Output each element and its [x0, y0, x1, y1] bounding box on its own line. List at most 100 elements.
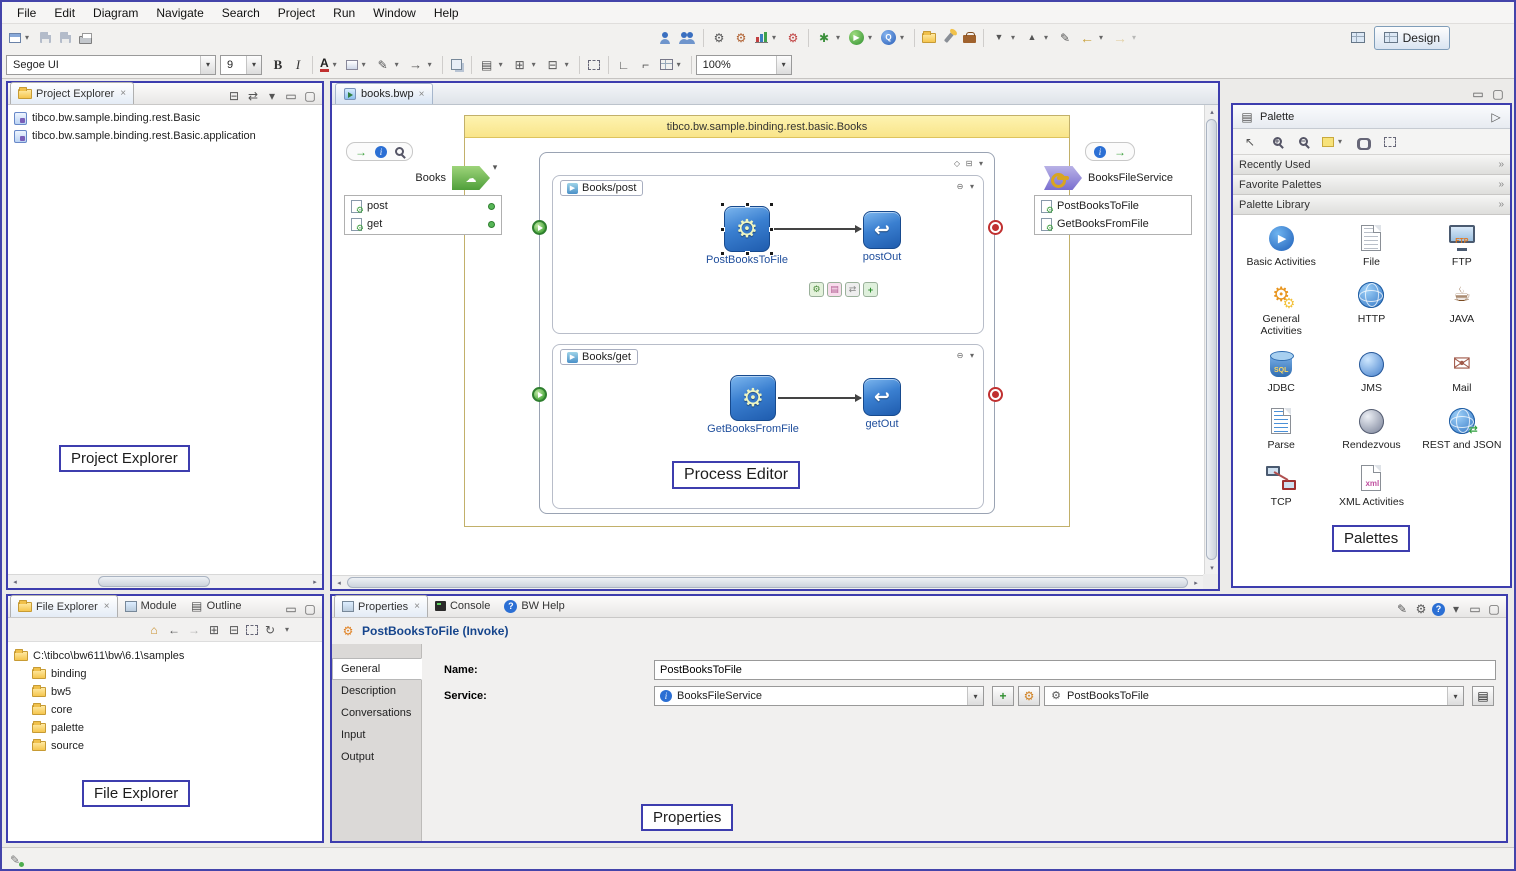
settings-button-2[interactable]: ⚙	[730, 27, 752, 49]
help-icon[interactable]: ?	[1432, 603, 1445, 616]
run-button[interactable]: ▶▾	[846, 27, 878, 49]
print-button[interactable]	[75, 27, 95, 49]
minimize-icon[interactable]: ▭	[1470, 86, 1486, 102]
scope-label-chip[interactable]: ▶ Books/get	[560, 349, 638, 365]
fill-color-button[interactable]: ▾	[343, 54, 372, 76]
menu-search[interactable]: Search	[213, 4, 269, 22]
menu-diagram[interactable]: Diagram	[84, 4, 147, 22]
menu-help[interactable]: Help	[425, 4, 468, 22]
admin-button[interactable]	[675, 27, 699, 49]
open-resource-button[interactable]	[919, 27, 939, 49]
scrollbar-thumb[interactable]	[347, 577, 1188, 588]
menu-run[interactable]: Run	[324, 4, 364, 22]
editor-hscrollbar[interactable]: ◂ ▸	[332, 575, 1203, 589]
collapse-all-icon[interactable]: ⊟	[226, 88, 242, 104]
menu-file[interactable]: File	[8, 4, 45, 22]
design-perspective-button[interactable]: Design	[1374, 26, 1450, 50]
bold-button[interactable]: B	[268, 54, 288, 76]
scroll-left-icon[interactable]: ◂	[332, 576, 346, 589]
menu-navigate[interactable]: Navigate	[147, 4, 212, 22]
start-event-post[interactable]	[532, 220, 547, 235]
quick-add-icon[interactable]: +	[863, 282, 878, 297]
side-tab-general[interactable]: General	[332, 658, 422, 680]
minimize-icon[interactable]: ▭	[1467, 601, 1483, 617]
inspect-icon[interactable]	[395, 147, 404, 156]
maximize-icon[interactable]: ▢	[302, 88, 318, 104]
quick-gear-icon[interactable]: ⚙	[809, 282, 824, 297]
previous-annotation-button[interactable]: ▲▾	[1021, 27, 1054, 49]
select-tool-button[interactable]	[584, 54, 604, 76]
reference-operation-post[interactable]: ⚙ PostBooksToFile	[1035, 197, 1191, 215]
collapse-icon[interactable]: ⊟	[964, 156, 974, 172]
link-tool-button[interactable]	[1354, 131, 1374, 153]
scroll-right-icon[interactable]: ▸	[1189, 576, 1203, 589]
palette-pin-icon[interactable]: ▷	[1488, 109, 1504, 125]
scope-books-post[interactable]: ▶ Books/post ⊖ ▾ ⚙ PostBooksToFile	[552, 175, 984, 334]
zoom-out-button[interactable]: −	[1293, 131, 1313, 153]
configure-service-button[interactable]: ⚙	[1018, 686, 1040, 706]
operation-combo[interactable]: ⚙PostBooksToFile ▾	[1044, 686, 1464, 706]
tab-file-explorer[interactable]: File Explorer ×	[10, 595, 118, 617]
back-button[interactable]: ←▾	[1076, 27, 1109, 49]
palette-section-recently-used[interactable]: Recently Used »	[1233, 155, 1510, 175]
menu-edit[interactable]: Edit	[45, 4, 84, 22]
italic-button[interactable]: I	[288, 54, 308, 76]
scroll-right-icon[interactable]: ▸	[308, 575, 322, 588]
palette-item-rendezvous[interactable]: Rendezvous	[1327, 406, 1415, 451]
reference-booksfileservice[interactable]: BooksFileService	[1044, 164, 1204, 192]
menu-window[interactable]: Window	[364, 4, 425, 22]
save-button[interactable]	[35, 27, 55, 49]
palette-item-rest-and-json[interactable]: ⇄ REST and JSON	[1418, 406, 1506, 451]
tab-properties[interactable]: Properties ×	[334, 595, 428, 617]
editor-vscrollbar[interactable]: ▴ ▾	[1204, 105, 1218, 574]
tab-console[interactable]: Console	[428, 595, 497, 617]
tab-bw-help[interactable]: ? BW Help	[497, 595, 571, 617]
tree-item-bw5[interactable]: bw5	[8, 683, 322, 701]
open-perspective-button[interactable]	[1348, 27, 1368, 49]
zoom-combo[interactable]: 100%▾	[696, 55, 792, 75]
info-icon[interactable]: i	[375, 146, 387, 158]
drawer-pin-icon[interactable]: »	[1498, 159, 1504, 170]
side-tab-conversations[interactable]: Conversations	[332, 702, 421, 724]
operation-get[interactable]: ⚙ get	[345, 215, 501, 233]
order-button[interactable]: ⊟▾	[542, 54, 575, 76]
close-icon[interactable]: ×	[419, 89, 425, 100]
tree-item-core[interactable]: core	[8, 701, 322, 719]
quick-note-icon[interactable]: ▤	[827, 282, 842, 297]
end-event-post[interactable]	[988, 220, 1003, 235]
search-button[interactable]	[939, 27, 959, 49]
debug-button[interactable]: ✱▾	[813, 27, 846, 49]
service-books[interactable]: Books ☁	[340, 164, 490, 192]
operation-post[interactable]: ⚙ post	[345, 197, 501, 215]
edit-icon[interactable]: ✎	[1394, 601, 1410, 617]
line-style-button-2[interactable]: ⌐	[635, 54, 657, 76]
transition-connector[interactable]	[778, 397, 861, 399]
view-menu-icon[interactable]: ▾	[282, 622, 292, 638]
tree-item-project[interactable]: tibco.bw.sample.binding.rest.Basic	[8, 109, 322, 127]
layout-button[interactable]: ⊞▾	[509, 54, 542, 76]
end-event-get[interactable]	[988, 387, 1003, 402]
side-tab-description[interactable]: Description	[332, 680, 421, 702]
refresh-icon[interactable]: ↻	[262, 622, 278, 638]
palette-item-jms[interactable]: JMS	[1327, 349, 1415, 394]
save-all-button[interactable]	[55, 27, 75, 49]
scroll-down-icon[interactable]: ▾	[1205, 561, 1218, 574]
menu-project[interactable]: Project	[269, 4, 324, 22]
drawer-pin-icon[interactable]: »	[1498, 179, 1504, 190]
drawer-pin-icon[interactable]: »	[1498, 199, 1504, 210]
marquee-tool-button[interactable]	[1380, 131, 1400, 153]
forward-icon[interactable]: →	[186, 622, 202, 638]
chevron-down-icon[interactable]: ▾	[967, 179, 977, 195]
collapse-scope-icon[interactable]: ⊖	[955, 348, 965, 364]
scrollbar-thumb[interactable]	[1206, 119, 1217, 560]
palette-section-palette-library[interactable]: Palette Library »	[1233, 195, 1510, 215]
next-annotation-button[interactable]: ▼▾	[988, 27, 1021, 49]
last-edit-button[interactable]: ✎	[1054, 27, 1076, 49]
link-with-editor-icon[interactable]: ⇄	[245, 88, 261, 104]
tab-project-explorer[interactable]: Project Explorer ×	[10, 82, 134, 104]
expand-all-icon[interactable]: ⊞	[206, 622, 222, 638]
info-icon[interactable]: i	[1094, 146, 1106, 158]
settings-button-1[interactable]: ⚙	[708, 27, 730, 49]
palette-item-basic-activities[interactable]: ▶ Basic Activities	[1237, 223, 1325, 268]
palette-item-file[interactable]: File	[1327, 223, 1415, 268]
